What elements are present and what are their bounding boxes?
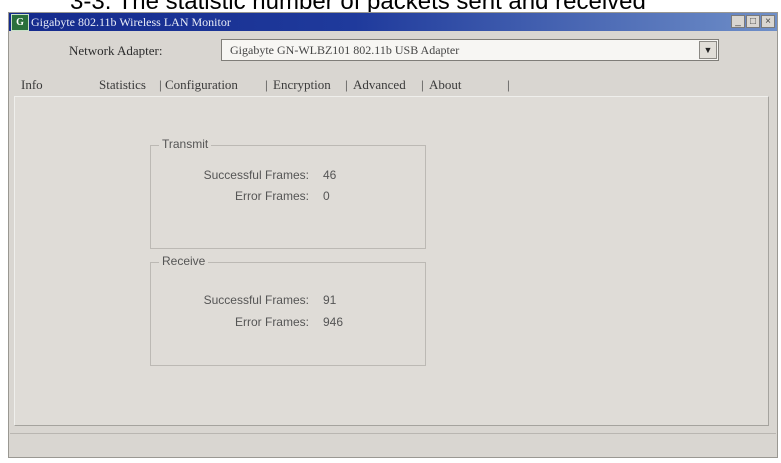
receive-successful-label: Successful Frames: xyxy=(203,293,309,307)
network-adapter-label: Network Adapter: xyxy=(69,43,163,58)
window-title: Gigabyte 802.11b Wireless LAN Monitor xyxy=(31,15,231,29)
status-bar xyxy=(10,433,776,456)
app-logo-icon: G xyxy=(11,14,29,31)
receive-group: Receive Successful Frames: 91 Error Fram… xyxy=(150,254,426,366)
network-adapter-value: Gigabyte GN-WLBZ101 802.11b USB Adapter xyxy=(230,43,460,57)
tab-separator: | xyxy=(159,77,162,92)
receive-successful-value: 91 xyxy=(323,293,337,307)
statistics-panel: Transmit Successful Frames: 46 Error Fra… xyxy=(14,96,769,426)
network-adapter-select[interactable]: Gigabyte GN-WLBZ101 802.11b USB Adapter … xyxy=(221,39,719,61)
receive-error-value: 946 xyxy=(323,315,344,329)
tab-separator: | xyxy=(421,77,424,92)
tab-statistics[interactable]: Statistics xyxy=(99,77,146,93)
tab-configuration[interactable]: Configuration xyxy=(165,77,238,93)
chevron-down-icon[interactable]: ▼ xyxy=(699,41,717,59)
close-button[interactable]: × xyxy=(761,15,775,28)
tab-info[interactable]: Info xyxy=(21,77,43,93)
tab-encryption[interactable]: Encryption xyxy=(273,77,331,93)
tab-about[interactable]: About xyxy=(429,77,462,93)
app-window: G Gigabyte 802.11b Wireless LAN Monitor … xyxy=(8,12,778,458)
figure-caption: 3-3. The statistic number of packets sen… xyxy=(0,0,781,12)
tab-advanced[interactable]: Advanced xyxy=(353,77,406,93)
receive-title: Receive xyxy=(159,254,209,268)
transmit-error-label: Error Frames: xyxy=(234,189,309,203)
tab-separator: | xyxy=(265,77,268,92)
maximize-button[interactable]: □ xyxy=(746,15,760,28)
receive-error-label: Error Frames: xyxy=(234,315,309,329)
title-bar[interactable]: G Gigabyte 802.11b Wireless LAN Monitor … xyxy=(9,13,777,31)
transmit-group: Transmit Successful Frames: 46 Error Fra… xyxy=(150,137,426,249)
transmit-title: Transmit xyxy=(159,137,212,151)
tab-separator: | xyxy=(507,77,510,92)
transmit-successful-label: Successful Frames: xyxy=(203,168,309,182)
transmit-successful-value: 46 xyxy=(323,168,337,182)
transmit-error-value: 0 xyxy=(323,189,330,203)
tab-separator: | xyxy=(345,77,348,92)
minimize-button[interactable]: _ xyxy=(731,15,745,28)
